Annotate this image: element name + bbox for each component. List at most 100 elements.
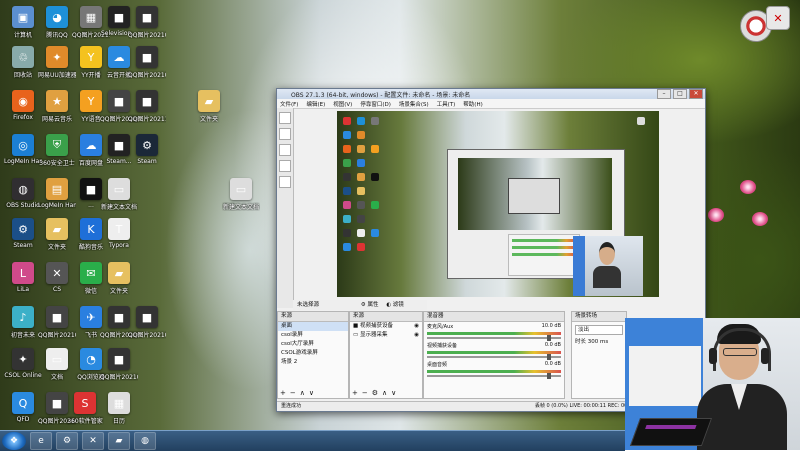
desktop-shortcut-label: 新建文本文档 xyxy=(222,204,259,211)
desktop-shortcut[interactable]: ⚙ Steam xyxy=(128,134,166,165)
source-item[interactable]: ▭ 显示器采集 ◉ xyxy=(350,331,422,340)
move-down-icon[interactable]: ∨ xyxy=(391,389,396,397)
channel-name: 桌面音频 xyxy=(427,362,448,368)
desktop-shortcut[interactable]: S 360软件管家 xyxy=(66,392,104,425)
obs-left-dock-strip xyxy=(277,108,294,308)
desktop-shortcut[interactable]: ♲ 回收站 xyxy=(4,46,42,79)
desktop-shortcut[interactable]: ■ QQ图片20210... xyxy=(100,348,138,381)
close-button[interactable]: ✕ xyxy=(689,89,703,99)
obs-preview-canvas[interactable] xyxy=(337,111,659,297)
desktop-shortcut[interactable]: ◉ Firefox xyxy=(4,90,42,121)
volume-slider[interactable] xyxy=(427,373,561,379)
desktop-shortcut-label: QFD xyxy=(16,416,30,423)
menu-edit[interactable]: 编辑(E) xyxy=(306,100,325,108)
source-item[interactable]: ■ 视频捕获设备 ◉ xyxy=(350,322,422,331)
move-down-icon[interactable]: ∨ xyxy=(309,389,314,397)
desktop-shortcut-icon: ▰ xyxy=(198,90,220,112)
scene-item[interactable]: csol大厅录屏 xyxy=(278,340,348,349)
taskbar-steam-icon[interactable]: ⚙ xyxy=(56,432,78,450)
desktop-shortcut[interactable]: ■ QQ图片20210... xyxy=(38,306,76,339)
menu-scene-collection[interactable]: 场景集合(S) xyxy=(399,100,429,108)
desktop-shortcut[interactable]: T Typora xyxy=(100,218,138,249)
scene-item[interactable]: 桌面 xyxy=(278,322,348,331)
desktop-shortcut[interactable]: Q QFD xyxy=(4,392,42,423)
filters-button[interactable]: ◐ 滤镜 xyxy=(386,302,404,308)
desktop-shortcut[interactable]: ▣ 计算机 xyxy=(4,6,42,39)
keyboard xyxy=(629,418,713,446)
move-up-icon[interactable]: ∧ xyxy=(382,389,387,397)
desktop-shortcut-label: CSOL Online xyxy=(4,372,42,379)
obs-title-bar[interactable]: OBS 27.1.3 (64-bit, windows) - 配置文件: 未命名… xyxy=(277,89,705,99)
dock-button[interactable] xyxy=(279,128,291,140)
desktop-shortcut-icon: ▤ xyxy=(46,178,68,200)
minimize-button[interactable]: – xyxy=(657,89,671,99)
floating-toolbox-widget[interactable]: ✕ xyxy=(766,6,790,30)
desktop-shortcut[interactable]: ▰ 文件夹 xyxy=(38,218,76,251)
desktop-shortcut-label: OBS Studio xyxy=(6,202,40,209)
desktop-shortcut[interactable]: ■ QQ图片20211027... xyxy=(128,90,166,123)
source-settings-icon[interactable]: ⚙ xyxy=(372,389,378,397)
maximize-button[interactable]: □ xyxy=(673,89,687,99)
properties-button[interactable]: ⚙ 属性 xyxy=(361,302,379,308)
dock-button[interactable] xyxy=(279,144,291,156)
taskbar-cs-icon[interactable]: ✕ xyxy=(82,432,104,450)
mixer-channel: 桌面音频 0.0 dB xyxy=(424,360,564,379)
desktop-shortcut[interactable]: ▦ 日历 xyxy=(100,392,138,425)
menu-tools[interactable]: 工具(T) xyxy=(437,100,456,108)
start-button[interactable]: ❖ xyxy=(2,432,26,450)
add-scene-button[interactable]: + xyxy=(280,389,286,397)
desktop-shortcut[interactable]: ▭ 文档 xyxy=(38,348,76,381)
volume-slider[interactable] xyxy=(427,335,561,341)
desktop-shortcut-icon: S xyxy=(74,392,96,414)
desktop-shortcut-icon: Y xyxy=(80,46,102,68)
taskbar-folder-icon[interactable]: ▰ xyxy=(108,432,130,450)
visibility-eye-icon[interactable]: ◉ xyxy=(414,332,419,339)
remove-source-button[interactable]: − xyxy=(362,389,368,397)
desktop-shortcut[interactable]: ▭ 新建文本文档 xyxy=(100,178,138,211)
desktop-shortcut[interactable]: L LiLa xyxy=(4,262,42,293)
menu-file[interactable]: 文件(F) xyxy=(280,100,298,108)
scene-item[interactable]: 场景 2 xyxy=(278,358,348,367)
add-source-button[interactable]: + xyxy=(352,389,358,397)
desktop-shortcut[interactable]: ⛨ 360安全卫士 xyxy=(38,134,76,167)
scene-item[interactable]: CSOL游戏录屏 xyxy=(278,349,348,358)
transition-select[interactable]: 淡出 xyxy=(575,325,623,335)
desktop-shortcut-label: LogMeIn Hamachi xyxy=(38,202,76,209)
move-up-icon[interactable]: ∧ xyxy=(300,389,305,397)
scene-transitions-dock: 场景转场 淡出 时长 300 ms xyxy=(571,311,627,399)
desktop-shortcut[interactable]: ▭ 新建文本文档 xyxy=(222,178,260,211)
desktop-shortcut-label: 初音未来 xyxy=(10,332,35,339)
desktop-shortcut[interactable]: ✕ CS xyxy=(38,262,76,293)
dock-button[interactable] xyxy=(279,112,291,124)
desktop-shortcut[interactable]: ▰ 文件夹 xyxy=(190,90,228,123)
desktop-shortcut[interactable]: ▤ LogMeIn Hamachi xyxy=(38,178,76,209)
desktop-shortcut[interactable]: ■ QQ图片20210829... xyxy=(128,46,166,79)
desktop-shortcut[interactable]: ♪ 初音未来 xyxy=(4,306,42,339)
scene-item[interactable]: csol录屏 xyxy=(278,331,348,340)
volume-slider[interactable] xyxy=(427,354,561,360)
desktop-shortcut[interactable]: ✦ 网易UU加速器 xyxy=(38,46,76,79)
menu-help[interactable]: 帮助(H) xyxy=(463,100,482,108)
taskbar-ie-icon[interactable]: e xyxy=(30,432,52,450)
remove-scene-button[interactable]: − xyxy=(290,389,296,397)
desktop-shortcut[interactable]: ▰ 文件夹 xyxy=(100,262,138,295)
taskbar-obs-icon[interactable]: ◍ xyxy=(134,432,156,450)
desktop-shortcut[interactable]: ✦ CSOL Online xyxy=(4,348,42,379)
desktop-shortcut[interactable]: ★ 网易云音乐 xyxy=(38,90,76,123)
desktop-shortcut[interactable]: ■ QQ图片20210... xyxy=(128,306,166,339)
desktop-shortcut-icon: ▭ xyxy=(230,178,252,200)
desktop-shortcut[interactable]: ◕ 腾讯QQ xyxy=(38,6,76,39)
visibility-eye-icon[interactable]: ◉ xyxy=(414,323,419,330)
desktop-shortcut[interactable]: ■ QQ图片20210820... xyxy=(128,6,166,39)
duration-input[interactable]: 300 ms xyxy=(588,339,608,345)
desktop-shortcut[interactable]: ⚙ Steam xyxy=(4,218,42,249)
menu-docks[interactable]: 停靠窗口(D) xyxy=(360,100,391,108)
transitions-dock-header: 场景转场 xyxy=(572,312,626,322)
status-message: 重连成功 xyxy=(281,403,302,409)
desktop-shortcut[interactable]: ◍ OBS Studio xyxy=(4,178,42,209)
desktop-shortcut[interactable]: ◎ LogMeIn Hamachi xyxy=(4,134,42,165)
source-toolbar: 未选择源 ⚙ 属性 ◐ 滤镜 xyxy=(293,300,427,310)
dock-button[interactable] xyxy=(279,176,291,188)
menu-view[interactable]: 视图(V) xyxy=(333,100,352,108)
dock-button[interactable] xyxy=(279,160,291,172)
